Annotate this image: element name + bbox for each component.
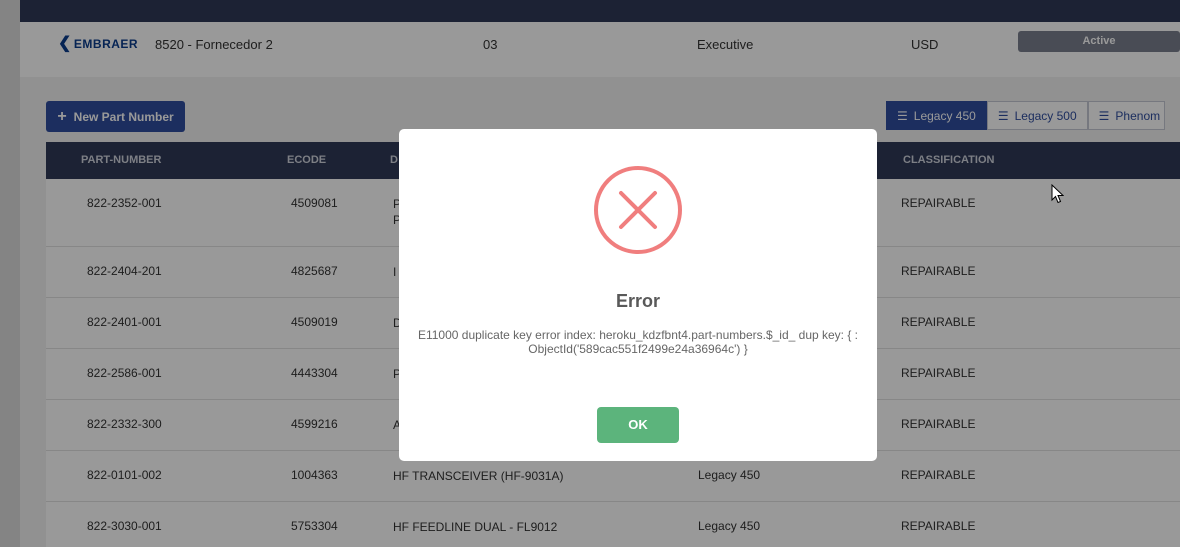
- dialog-message: E11000 duplicate key error index: heroku…: [417, 328, 859, 356]
- dialog-title: Error: [615, 291, 660, 311]
- ok-button[interactable]: OK: [597, 407, 679, 443]
- error-dialog: Error E11000 duplicate key error index: …: [399, 129, 877, 461]
- error-x-icon: [594, 166, 682, 254]
- mouse-pointer-icon: [1051, 183, 1065, 209]
